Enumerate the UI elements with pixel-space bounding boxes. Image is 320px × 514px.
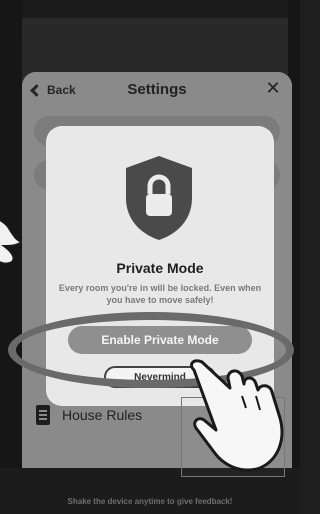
feedback-hint: Shake the device anytime to give feedbac… bbox=[67, 497, 233, 506]
app-screen: Back Settings ✕ House Rules Shake the de… bbox=[0, 0, 300, 514]
page-title: Settings bbox=[127, 81, 187, 98]
shield-lock-icon bbox=[126, 156, 192, 240]
status-bar bbox=[0, 0, 300, 18]
hand-pointer-icon bbox=[190, 359, 284, 472]
document-icon bbox=[36, 405, 50, 425]
hand-pointer-icon bbox=[0, 219, 22, 275]
dialog-title: Private Mode bbox=[116, 260, 204, 276]
house-rules-row[interactable]: House Rules bbox=[36, 405, 142, 425]
close-icon[interactable]: ✕ bbox=[264, 79, 282, 97]
house-rules-label: House Rules bbox=[62, 407, 143, 423]
settings-header: Back Settings ✕ bbox=[22, 72, 292, 108]
dialog-description: Every room you're in will be locked. Eve… bbox=[58, 283, 262, 305]
